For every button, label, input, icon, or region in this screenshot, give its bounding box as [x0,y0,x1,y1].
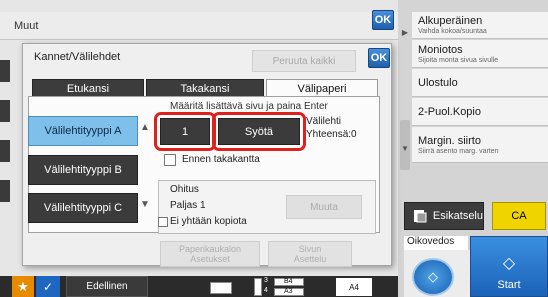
ok-button[interactable]: OK [372,10,394,30]
page-layout-button[interactable]: Sivun Asettelu [268,241,352,267]
no-copy-checkbox[interactable] [158,217,168,227]
previous-button[interactable]: Edellinen [66,276,148,297]
menu-item-multi-shot[interactable]: Moniotos Sijoita monta sivua sivulle [412,40,548,68]
favorites-star-icon[interactable]: ★ [12,276,34,297]
side-tab-marker [0,140,10,162]
tab-insert-sheet[interactable]: Välipaperi [266,79,378,97]
paper-tray-icon [254,278,262,296]
start-button[interactable]: ◇ Start [470,236,548,297]
menu-item-duplex[interactable]: 2-Puol.Kopio [412,98,548,126]
insert-type-c-button[interactable]: Välilehtityyppi C [28,193,138,223]
scroll-up-icon[interactable]: ▲ [138,122,152,133]
proof-copy-button[interactable]: ◇ [412,258,454,296]
header-bar [0,12,398,40]
screen-title: Muut [14,20,39,32]
change-button[interactable]: Muuta [286,195,362,219]
instruction-text: Määritä lisättävä sivu ja paina Enter [170,101,328,112]
no-copy-label: Ei yhtään kopiota [170,216,247,227]
menu-item-sublabel: Vaihda kokoa/suuntaa [418,28,487,35]
paper-tray-settings-button[interactable]: Paperikaukalon Asetukset [160,241,260,267]
before-back-cover-checkbox[interactable] [164,154,176,166]
side-tab-marker [0,60,10,82]
preview-button[interactable]: Esikatselu [404,202,484,230]
start-icon: ◇ [502,255,516,272]
scroll-down-icon[interactable]: ▼ [138,199,152,210]
tab-total-count: Yhteensä:0 [306,129,357,140]
button-label-line: Asetukset [190,254,230,264]
menu-scroll-down-icon[interactable]: ▼ [400,144,410,153]
paper-size-a4: A4 [336,278,372,296]
tray-number: 3 [264,277,268,284]
before-back-cover-label: Ennen takakantta [182,154,260,165]
tab-sheet-label: Välilehti [306,116,342,127]
proof-copy-label: Oikovedos [404,236,468,250]
insert-type-a-button[interactable]: Välilehtityyppi A [28,116,138,146]
dialog-title: Kannet/Välilehdet [34,51,121,63]
menu-item-output[interactable]: Ulostulo [412,69,548,97]
tab-front-cover[interactable]: Etukansi [32,79,144,97]
blank-sheet-label: Paljas 1 [170,200,206,211]
menu-item-label: Margin. siirto [418,134,481,147]
menu-item-label: Moniotos [418,43,463,56]
cancel-all-button[interactable]: Peruuta kaikki [252,50,356,72]
skip-label: Ohitus [170,184,199,195]
tab-back-cover[interactable]: Takakansi [146,79,264,97]
tray-size-b4: B4 [284,278,293,285]
tray-size-a3: A3 [284,288,293,295]
preview-icon [414,210,427,223]
side-tab-marker [0,100,10,122]
paper-tray-icon [210,282,232,294]
button-label-line: Asettelu [293,254,327,264]
start-label: Start [497,279,521,291]
menu-item-sublabel: Sijoita monta sivua sivulle [418,56,499,64]
page-number-field[interactable]: 1 [160,118,210,145]
clear-all-button[interactable]: CA [492,202,546,230]
button-label-line: Paperikaukalon [178,244,242,254]
menu-item-label: Ulostulo [418,76,458,89]
preview-label: Esikatselu [432,210,483,222]
check-icon[interactable]: ✓ [36,276,60,297]
insert-type-b-button[interactable]: Välilehtityyppi B [28,155,138,185]
menu-expand-icon[interactable]: ▶ [400,28,410,37]
menu-item-sublabel: Siirrä asento marg. varten [418,147,499,155]
enter-button[interactable]: Syötä [218,118,300,145]
menu-item-label: Alkuperäinen [418,15,483,27]
menu-item-original[interactable]: Alkuperäinen Vaihda kokoa/suuntaa [412,12,548,39]
tray-number: 4 [264,287,268,294]
button-label-line: Sivun [298,244,322,254]
menu-item-label: 2-Puol.Kopio [418,105,481,118]
dialog-ok-button[interactable]: OK [368,48,390,68]
menu-item-margin-shift[interactable]: Margin. siirto Siirrä asento marg. varte… [412,127,548,163]
side-tab-marker [0,180,10,202]
